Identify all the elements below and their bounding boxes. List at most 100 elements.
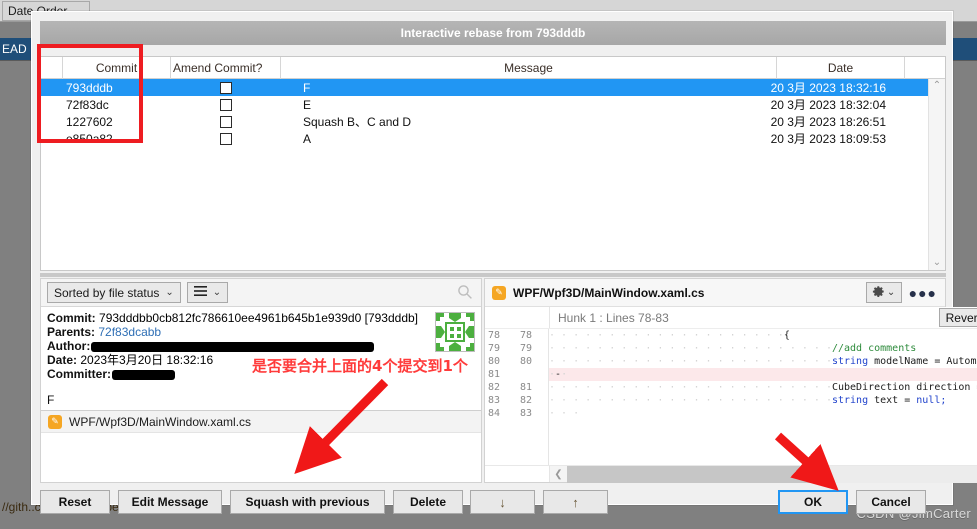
- code-line: · · · · · · · · · · · · · · · · · · · · …: [549, 342, 977, 355]
- detail-date-value: 2023年3月20日 18:32:16: [80, 353, 214, 367]
- cell-date: 20 3月 2023 18:32:16: [770, 81, 886, 95]
- cell-date: 20 3月 2023 18:32:04: [770, 98, 886, 112]
- view-mode-combo[interactable]: ⌄: [186, 282, 229, 303]
- diff-horizontal-scrollbar[interactable]: ❮ ❯: [485, 465, 977, 483]
- checkbox-box: [220, 115, 232, 128]
- background-head-label: EAD: [2, 42, 27, 56]
- dialog-title: Interactive rebase from 793dddb: [40, 21, 946, 45]
- column-header-amend[interactable]: Amend Commit?: [171, 57, 281, 79]
- reverse-hunk-button[interactable]: Reverse hunk: [938, 308, 977, 327]
- hunk-gutter: [485, 307, 550, 328]
- commit-table-header: Commit Amend Commit? Message Date: [41, 57, 945, 79]
- code-line: · · · · · · · · · · · · · · · · · · · · …: [549, 355, 977, 368]
- search-icon[interactable]: [457, 284, 473, 300]
- changed-files-list[interactable]: ✎ WPF/Wpf3D/MainWindow.xaml.cs: [41, 410, 481, 482]
- cell-date: 20 3月 2023 18:26:51: [770, 115, 886, 129]
- line-number: 78: [488, 330, 501, 341]
- chevron-down-icon: ⌄: [886, 287, 896, 298]
- amend-checkbox[interactable]: [171, 132, 281, 145]
- edit-file-icon: ✎: [492, 285, 506, 300]
- cell-message: E: [303, 97, 312, 112]
- details-toolbar: Sorted by file status ⌄ ⌄: [41, 279, 481, 306]
- column-header-message[interactable]: Message: [281, 57, 777, 79]
- move-down-button[interactable]: ↓: [470, 490, 535, 514]
- edit-message-button[interactable]: Edit Message: [118, 490, 222, 514]
- arrow-up-icon: ↑: [572, 494, 579, 510]
- line-number: 83: [488, 395, 501, 406]
- code-keyword: null;: [916, 395, 947, 406]
- detail-parents-label: Parents:: [47, 325, 96, 339]
- dialog-button-bar: Reset Edit Message Squash with previous …: [40, 490, 946, 514]
- column-header-tail[interactable]: [905, 57, 945, 79]
- table-row[interactable]: 793dddb F 20 3月 2023 18:32:16: [41, 79, 928, 96]
- code-keyword: string: [831, 395, 869, 406]
- list-item[interactable]: ✎ WPF/Wpf3D/MainWindow.xaml.cs: [41, 411, 481, 433]
- commit-table-scrollbar[interactable]: ⌃ ⌄: [928, 79, 945, 270]
- move-up-button[interactable]: ↑: [543, 490, 608, 514]
- avatar: [435, 312, 475, 352]
- cell-commit: e850a82: [66, 131, 113, 146]
- amend-checkbox[interactable]: [171, 81, 281, 94]
- diff-file-title: WPF/Wpf3D/MainWindow.xaml.cs: [513, 285, 705, 300]
- detail-author-label: Author:: [47, 339, 91, 353]
- whitespace-dots: · · · · · · · · · · · · · · · · · · · · …: [549, 343, 832, 354]
- code-viewport[interactable]: 78 79 80 81 82 83 84 78 79 80 81 82 83 ·…: [485, 329, 977, 465]
- line-number: 79: [488, 343, 501, 354]
- table-row[interactable]: 72f83dc E 20 3月 2023 18:32:04: [41, 96, 928, 113]
- delete-button[interactable]: Delete: [393, 490, 463, 514]
- scroll-left-icon[interactable]: ❮: [550, 469, 567, 480]
- whitespace-dots: · · · · · · · · · · · · · · · · · · · · …: [549, 382, 832, 393]
- line-number: 81: [488, 369, 501, 380]
- ellipsis-icon[interactable]: ●●●: [909, 285, 941, 301]
- settings-button[interactable]: ⌄: [865, 282, 902, 303]
- scrollbar-thumb[interactable]: [567, 465, 822, 483]
- cell-commit: 1227602: [66, 114, 113, 129]
- scroll-up-icon[interactable]: ⌃: [933, 79, 941, 93]
- scroll-down-icon[interactable]: ⌄: [933, 256, 941, 270]
- cell-message: Squash B、C and D: [303, 115, 412, 129]
- scrollbar-track[interactable]: [567, 465, 977, 483]
- whitespace-dots: · · · · · · · · · · · · · · · · · · · ·: [549, 330, 784, 341]
- code-line: · · ·: [549, 407, 977, 420]
- line-number: [520, 368, 548, 381]
- squash-with-previous-button[interactable]: Squash with previous: [230, 490, 385, 514]
- reset-button[interactable]: Reset: [40, 490, 110, 514]
- annotation-note: 是否要合并上面的4个提交到1个: [252, 357, 468, 375]
- line-number: 81: [520, 382, 533, 393]
- sort-combo[interactable]: Sorted by file status ⌄: [47, 282, 181, 303]
- detail-date-label: Date:: [47, 353, 78, 367]
- detail-commit-value: 793dddbb0cb812fc786610ee4961b645b1e939d0…: [99, 311, 418, 325]
- whitespace-dots: ·: [561, 369, 568, 380]
- edit-file-icon: ✎: [48, 414, 62, 429]
- cancel-button[interactable]: Cancel: [856, 490, 926, 514]
- whitespace-dots: · · · · · · · · · · · · · · · · · · · · …: [549, 395, 832, 406]
- diff-content: Hunk 1 : Lines 78-83 Reverse hunk 78 79 …: [485, 307, 977, 483]
- whitespace-dots: · · ·: [549, 408, 580, 419]
- interactive-rebase-dialog: Interactive rebase from 793dddb Commit A…: [31, 11, 977, 514]
- detail-commit-line: Commit: 793dddbb0cb812fc786610ee4961b645…: [47, 311, 475, 325]
- cell-message: A: [303, 131, 312, 146]
- cell-commit: 72f83dc: [66, 97, 109, 112]
- code-text: modelName = AutomationProp: [874, 356, 977, 367]
- code-line: · · · · · · · · · · · · · · · · · · · · …: [549, 381, 977, 394]
- detail-author-line: Author:: [47, 339, 475, 353]
- detail-commit-label: Commit:: [47, 311, 96, 325]
- code-line: · · · · · · · · · · · · · · · · · · · · …: [549, 394, 977, 407]
- code-text: CubeDirection direction = CubeDir: [831, 382, 977, 393]
- amend-checkbox[interactable]: [171, 98, 281, 111]
- column-header-commit[interactable]: Commit: [63, 57, 171, 79]
- column-header-blank[interactable]: [41, 57, 63, 79]
- list-icon: [193, 285, 207, 300]
- arrow-down-icon: ↓: [499, 494, 506, 510]
- column-header-date[interactable]: Date: [777, 57, 905, 79]
- table-row[interactable]: 1227602 Squash B、C and D 20 3月 2023 18:2…: [41, 113, 928, 130]
- hunk-label: Hunk 1 : Lines 78-83: [558, 310, 669, 325]
- line-number: 78: [520, 330, 533, 341]
- table-row[interactable]: e850a82 A 20 3月 2023 18:09:53: [41, 130, 928, 147]
- detail-parents-value[interactable]: 72f83dcabb: [98, 325, 161, 339]
- ok-button[interactable]: OK: [778, 490, 848, 514]
- detail-committer-label: Committer:: [47, 367, 112, 381]
- commit-table[interactable]: Commit Amend Commit? Message Date 793ddd…: [40, 56, 946, 271]
- amend-checkbox[interactable]: [171, 115, 281, 128]
- panel-splitter[interactable]: [40, 273, 946, 277]
